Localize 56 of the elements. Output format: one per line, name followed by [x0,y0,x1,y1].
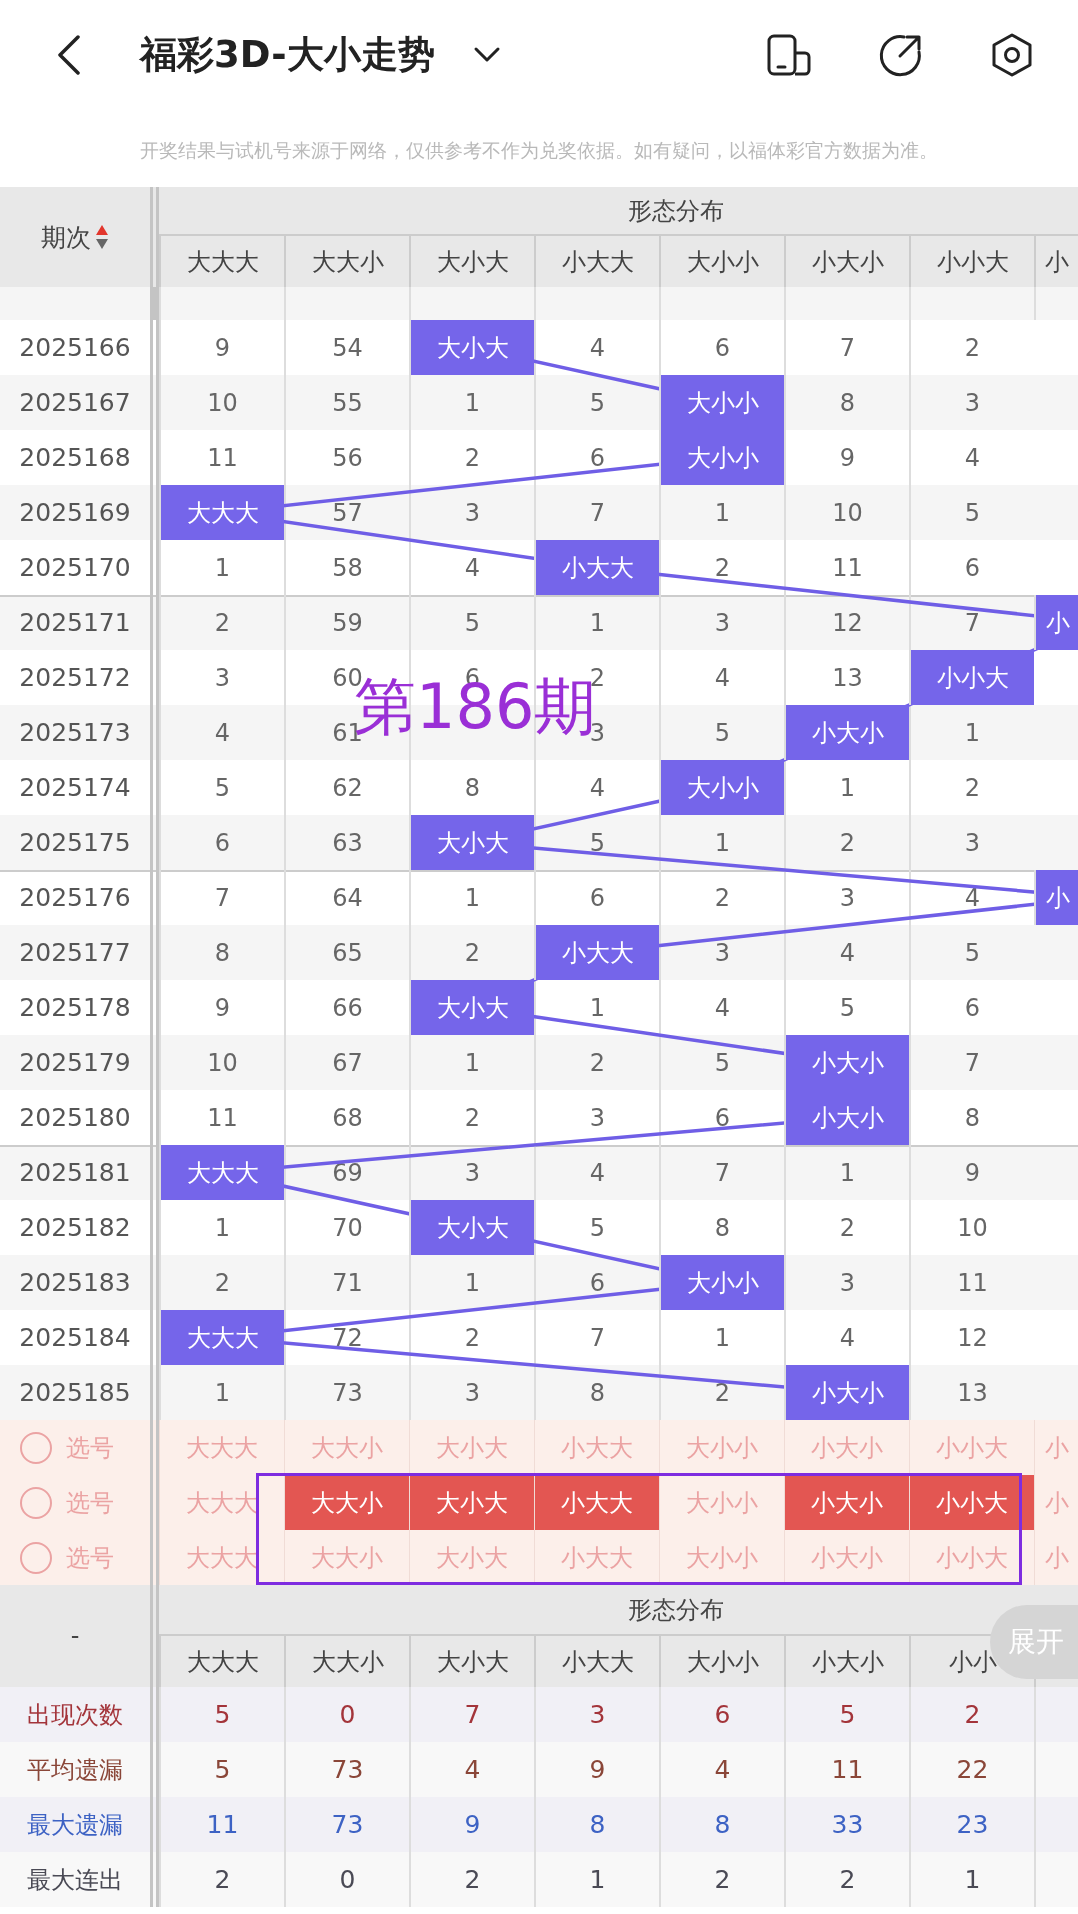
hit-cell: 大小小 [659,375,784,430]
pick-option[interactable]: 大小大 [409,1420,534,1475]
hit-cell: 大小大 [409,1200,534,1255]
radio-button[interactable] [20,1541,52,1574]
hit-cell: 小大大 [534,540,659,595]
radio-button[interactable] [20,1486,52,1519]
pick-label: 选号 [66,1487,114,1519]
settings-icon[interactable] [990,32,1034,78]
page-title: 福彩3D-大小走势 [140,32,435,78]
hit-cell: 小大大 [534,925,659,980]
pick-option[interactable]: 小大小 [784,1475,909,1530]
hit-cell: 大小大 [409,320,534,375]
pick-option[interactable]: 小 [1034,1420,1078,1475]
sort-icon[interactable] [95,224,109,250]
stat-value: 2 [159,1852,284,1907]
hit-cell: 大小大 [409,980,534,1035]
hit-cell: 小 [1034,870,1078,925]
hit-cell: 小小大 [909,650,1034,705]
hit-cell: 小大小 [784,1035,909,1090]
pick-option[interactable]: 小大大 [534,1420,659,1475]
pick-option[interactable]: 大小小 [659,1420,784,1475]
chevron-down-icon[interactable] [472,46,501,64]
hit-cell: 小 [1034,595,1078,650]
group-header: 形态分布 [159,187,1078,236]
pick-option[interactable]: 小 [1034,1475,1078,1530]
stat-value: 1 [534,1852,659,1907]
pick-label: 选号 [66,1432,114,1464]
stat-value: 2 [784,1852,909,1907]
hit-cell: 小大小 [784,1090,909,1145]
hit-cell: 大大大 [159,1310,284,1365]
pick-option[interactable]: 大小大 [409,1475,534,1530]
devices-icon[interactable] [766,33,812,77]
disclaimer-text: 开奖结果与试机号来源于网络，仅供参考不作为兑奖依据。如有疑问，以福体彩官方数据为准。 [140,138,938,163]
pick-option[interactable]: 小大小 [784,1420,909,1475]
radio-button[interactable] [20,1431,52,1464]
pick-option[interactable]: 大大大 [159,1420,284,1475]
pick-option[interactable]: 大大小 [284,1475,409,1530]
pick-option[interactable]: 小大大 [534,1475,659,1530]
stat-value: 2 [659,1852,784,1907]
hit-cell: 大大大 [159,1145,284,1200]
share-icon[interactable] [878,32,924,78]
stat-value: 2 [409,1852,534,1907]
hit-cell: 大小小 [659,760,784,815]
hit-cell: 大大大 [159,485,284,540]
hit-cell: 大小小 [659,430,784,485]
hit-cell: 小大小 [784,705,909,760]
hit-cell: 大小大 [409,815,534,870]
pick-option[interactable]: 小小大 [909,1475,1034,1530]
stat-value: 0 [284,1852,409,1907]
back-icon[interactable] [56,35,82,75]
pick-label: 选号 [66,1542,114,1574]
stat-value: 1 [909,1852,1034,1907]
stat-label: 最大连出 [0,1852,159,1907]
hit-cell: 大小小 [659,1255,784,1310]
hit-cell: 小大小 [784,1365,909,1420]
pick-option[interactable]: 大大小 [284,1420,409,1475]
